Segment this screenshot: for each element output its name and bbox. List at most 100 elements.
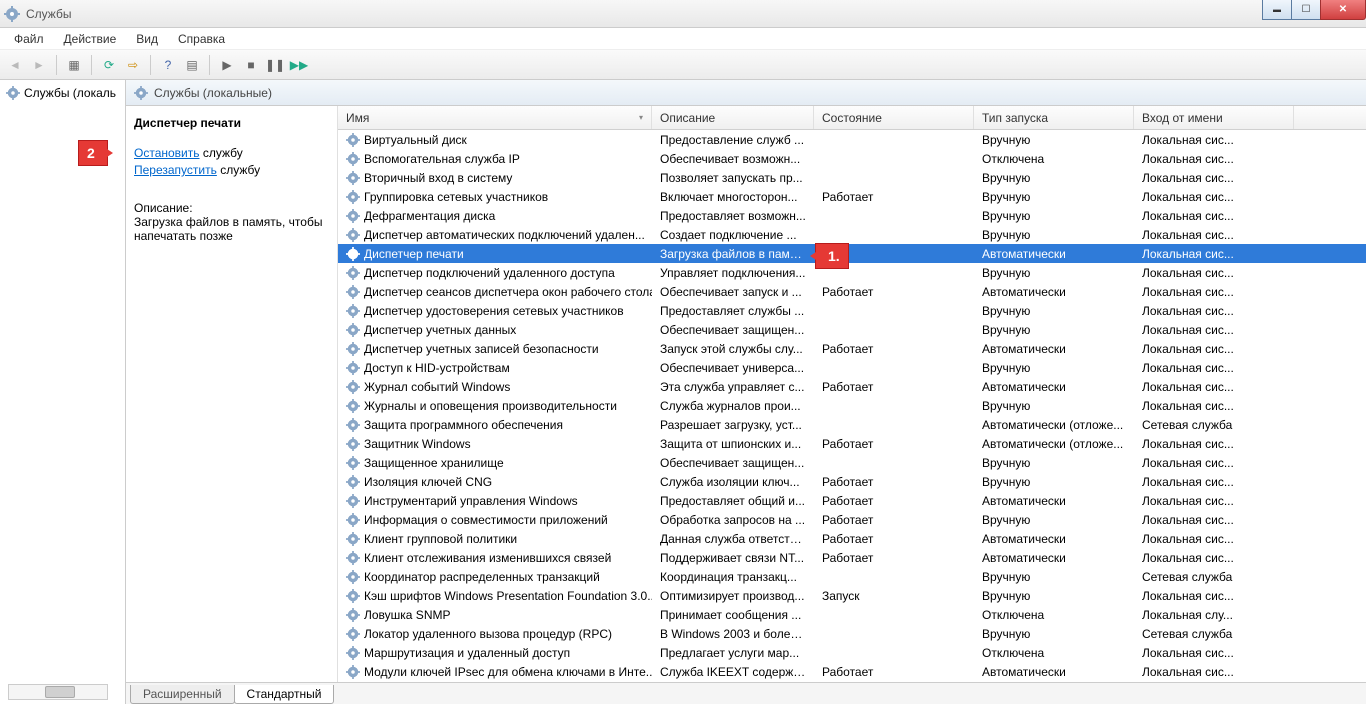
refresh-button[interactable]: ⟳ [98, 54, 120, 76]
stop-service-link[interactable]: Остановить [134, 146, 200, 160]
help-button[interactable]: ? [157, 54, 179, 76]
service-startup: Автоматически [974, 665, 1134, 679]
gear-icon [346, 494, 360, 508]
service-startup: Автоматически [974, 342, 1134, 356]
service-description: Загрузка файлов в памя... [652, 247, 814, 261]
service-row[interactable]: Информация о совместимости приложенийОбр… [338, 510, 1366, 529]
gear-icon [346, 266, 360, 280]
service-status: Работает [814, 513, 974, 527]
service-description: Принимает сообщения ... [652, 608, 814, 622]
export-list-button[interactable]: ⇨ [122, 54, 144, 76]
service-logon: Локальная сис... [1134, 323, 1294, 337]
service-status: Работает [814, 437, 974, 451]
service-row[interactable]: Диспетчер автоматических подключений уда… [338, 225, 1366, 244]
service-startup: Автоматически [974, 532, 1134, 546]
column-status[interactable]: Состояние [814, 106, 974, 129]
forward-button[interactable]: ► [28, 54, 50, 76]
service-row[interactable]: Виртуальный диск Предоставление служб ...… [338, 130, 1366, 149]
service-description: Предоставление служб ... [652, 133, 814, 147]
back-button[interactable]: ◄ [4, 54, 26, 76]
restart-service-button[interactable]: ▶▶ [288, 54, 310, 76]
menu-action[interactable]: Действие [54, 30, 127, 48]
selected-service-name: Диспетчер печати [134, 116, 329, 130]
service-description: Позволяет запускать пр... [652, 171, 814, 185]
minimize-button[interactable] [1262, 0, 1292, 20]
service-row[interactable]: Доступ к HID-устройствамОбеспечивает уни… [338, 358, 1366, 377]
service-row[interactable]: Диспетчер подключений удаленного доступа… [338, 263, 1366, 282]
gear-icon [346, 532, 360, 546]
service-row[interactable]: Диспетчер печатиЗагрузка файлов в памя..… [338, 244, 1366, 263]
show-hide-tree-button[interactable]: ▦ [63, 54, 85, 76]
service-logon: Локальная сис... [1134, 228, 1294, 242]
service-row[interactable]: Диспетчер учетных данныхОбеспечивает защ… [338, 320, 1366, 339]
service-row[interactable]: Вспомогательная служба IPОбеспечивает во… [338, 149, 1366, 168]
stop-service-button[interactable]: ■ [240, 54, 262, 76]
column-logon[interactable]: Вход от имени [1134, 106, 1294, 129]
service-row[interactable]: Защитник WindowsЗащита от шпионских и...… [338, 434, 1366, 453]
close-button[interactable] [1320, 0, 1366, 20]
stop-suffix: службу [200, 146, 243, 160]
service-description: Запуск этой службы слу... [652, 342, 814, 356]
service-row[interactable]: Ловушка SNMPПринимает сообщения ...Отклю… [338, 605, 1366, 624]
tree-hscrollbar[interactable] [8, 684, 108, 700]
properties-button[interactable]: ▤ [181, 54, 203, 76]
service-logon: Локальная сис... [1134, 380, 1294, 394]
service-logon: Локальная сис... [1134, 475, 1294, 489]
service-row[interactable]: Защищенное хранилищеОбеспечивает защищен… [338, 453, 1366, 472]
content-title: Службы (локальные) [154, 86, 272, 100]
service-startup: Вручную [974, 190, 1134, 204]
tree-node-services[interactable]: Службы (локаль [2, 84, 123, 102]
tab-extended[interactable]: Расширенный [130, 685, 235, 704]
service-row[interactable]: Диспетчер удостоверения сетевых участник… [338, 301, 1366, 320]
service-logon: Локальная сис... [1134, 304, 1294, 318]
column-description[interactable]: Описание [652, 106, 814, 129]
service-name: Диспетчер удостоверения сетевых участник… [364, 304, 624, 318]
start-service-button[interactable]: ▶ [216, 54, 238, 76]
menu-file[interactable]: Файл [4, 30, 54, 48]
service-name: Виртуальный диск [364, 133, 467, 147]
service-row[interactable]: Диспетчер учетных записей безопасностиЗа… [338, 339, 1366, 358]
pause-service-button[interactable]: ❚❚ [264, 54, 286, 76]
menu-help[interactable]: Справка [168, 30, 235, 48]
service-row[interactable]: Локатор удаленного вызова процедур (RPC)… [338, 624, 1366, 643]
service-row[interactable]: Вторичный вход в системуПозволяет запуск… [338, 168, 1366, 187]
service-status: Работает [814, 380, 974, 394]
service-logon: Локальная сис... [1134, 494, 1294, 508]
service-row[interactable]: Маршрутизация и удаленный доступПредлага… [338, 643, 1366, 662]
column-name[interactable]: Имя [338, 106, 652, 129]
tree-node-label: Службы (локаль [24, 86, 116, 100]
service-description: Создает подключение ... [652, 228, 814, 242]
service-logon: Локальная сис... [1134, 665, 1294, 679]
service-startup: Отключена [974, 646, 1134, 660]
service-row[interactable]: Группировка сетевых участниковВключает м… [338, 187, 1366, 206]
tab-standard[interactable]: Стандартный [234, 685, 335, 704]
service-row[interactable]: Клиент отслеживания изменившихся связейП… [338, 548, 1366, 567]
service-name: Маршрутизация и удаленный доступ [364, 646, 570, 660]
service-logon: Локальная сис... [1134, 513, 1294, 527]
service-row[interactable]: Клиент групповой политикиДанная служба о… [338, 529, 1366, 548]
restart-suffix: службу [217, 163, 260, 177]
gear-icon [346, 247, 360, 261]
service-row[interactable]: Кэш шрифтов Windows Presentation Foundat… [338, 586, 1366, 605]
gear-icon [346, 665, 360, 679]
service-row[interactable]: Защита программного обеспеченияРазрешает… [338, 415, 1366, 434]
service-status: Работает [814, 285, 974, 299]
service-row[interactable]: Модули ключей IPsec для обмена ключами в… [338, 662, 1366, 681]
menu-view[interactable]: Вид [126, 30, 168, 48]
service-startup: Вручную [974, 475, 1134, 489]
service-row[interactable]: Инструментарий управления WindowsПредост… [338, 491, 1366, 510]
service-description: Обработка запросов на ... [652, 513, 814, 527]
service-row[interactable]: Журнал событий WindowsЭта служба управля… [338, 377, 1366, 396]
gear-icon [346, 304, 360, 318]
service-logon: Локальная сис... [1134, 152, 1294, 166]
service-row[interactable]: Журналы и оповещения производительностиС… [338, 396, 1366, 415]
service-name: Координатор распределенных транзакций [364, 570, 600, 584]
service-row[interactable]: Изоляция ключей CNGСлужба изоляции ключ.… [338, 472, 1366, 491]
restart-service-link[interactable]: Перезапустить [134, 163, 217, 177]
service-row[interactable]: Дефрагментация дискаПредоставляет возмож… [338, 206, 1366, 225]
service-row[interactable]: Координатор распределенных транзакций Коо… [338, 567, 1366, 586]
column-startup[interactable]: Тип запуска [974, 106, 1134, 129]
service-description: Координация транзакц... [652, 570, 814, 584]
service-row[interactable]: Диспетчер сеансов диспетчера окон рабоче… [338, 282, 1366, 301]
maximize-button[interactable] [1291, 0, 1321, 20]
